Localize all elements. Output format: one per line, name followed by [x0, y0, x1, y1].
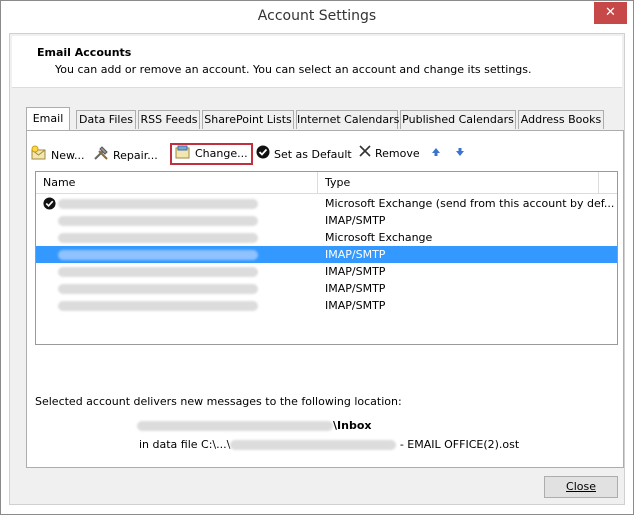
account-row[interactable]: IMAP/SMTP	[36, 297, 617, 314]
email-tab-panel: New... Repair... Change... Set as Defaul…	[26, 130, 624, 468]
redacted-account-name	[58, 233, 258, 243]
check-circle-icon	[256, 145, 270, 165]
new-button[interactable]: New...	[31, 145, 84, 163]
accounts-list[interactable]: Name Type Microsoft Exchange (send from …	[35, 171, 618, 345]
tab-internet-calendars[interactable]: Internet Calendars	[296, 110, 399, 129]
header-description: You can add or remove an account. You ca…	[55, 63, 532, 76]
window-close-button[interactable]: ✕	[594, 2, 627, 24]
close-button-label: Close	[566, 480, 596, 493]
change-account-icon	[175, 145, 191, 163]
redacted-account-name	[58, 301, 258, 311]
delivery-folder: \Inbox	[137, 419, 371, 432]
redacted-account-name	[58, 267, 258, 277]
account-type: IMAP/SMTP	[325, 282, 386, 295]
set-as-default-button[interactable]: Set as Default	[256, 145, 352, 163]
account-settings-window: Account Settings ✕ Email Accounts You ca…	[0, 0, 634, 515]
redacted-account-name	[58, 250, 258, 260]
repair-tools-icon	[93, 145, 109, 167]
tab-sharepoint-lists[interactable]: SharePoint Lists	[202, 110, 294, 129]
close-button[interactable]: Close	[544, 476, 618, 498]
move-up-button[interactable]	[431, 145, 445, 163]
window-title: Account Settings	[257, 8, 377, 24]
delivery-location-label: Selected account delivers new messages t…	[35, 395, 402, 408]
account-type: Microsoft Exchange (send from this accou…	[325, 197, 615, 210]
new-button-label: New...	[51, 149, 85, 162]
delivery-data-file: in data file C:\...\ - EMAIL OFFICE(2).o…	[139, 438, 519, 451]
header-title: Email Accounts	[37, 46, 132, 59]
redacted-account-name	[58, 284, 258, 294]
remove-button[interactable]: Remove	[359, 145, 420, 163]
repair-button-label: Repair...	[113, 149, 158, 162]
column-header-name[interactable]: Name	[36, 172, 317, 194]
column-header-type[interactable]: Type	[318, 172, 598, 194]
title-bar: Account Settings ✕	[1, 1, 633, 33]
account-row[interactable]: Microsoft Exchange	[36, 229, 617, 246]
account-row[interactable]: IMAP/SMTP	[36, 212, 617, 229]
redacted-account-name	[58, 199, 258, 209]
move-down-button[interactable]	[455, 145, 469, 163]
tab-published-calendars[interactable]: Published Calendars	[400, 110, 516, 129]
account-type: IMAP/SMTP	[325, 299, 386, 312]
arrow-up-icon	[431, 145, 441, 163]
delivery-file-suffix: - EMAIL OFFICE(2).ost	[396, 438, 520, 451]
repair-button[interactable]: Repair...	[93, 145, 158, 163]
header-panel: Email Accounts You can add or remove an …	[12, 36, 622, 88]
redacted-account-name	[137, 421, 333, 431]
change-button-label: Change...	[195, 147, 248, 160]
tab-address-books[interactable]: Address Books	[518, 110, 604, 129]
account-type: Microsoft Exchange	[325, 231, 433, 244]
dialog-client: Email Accounts You can add or remove an …	[9, 33, 625, 505]
account-type: IMAP/SMTP	[325, 248, 386, 261]
redacted-account-name	[58, 216, 258, 226]
list-header: Name Type	[36, 172, 617, 194]
change-button[interactable]: Change...	[170, 143, 253, 165]
account-row[interactable]: Microsoft Exchange (send from this accou…	[36, 195, 617, 212]
remove-button-label: Remove	[375, 147, 420, 160]
tab-email[interactable]: Email	[26, 107, 70, 130]
account-row[interactable]: IMAP/SMTP	[36, 280, 617, 297]
tab-data-files[interactable]: Data Files	[76, 110, 136, 129]
account-row-selected[interactable]: IMAP/SMTP	[36, 246, 617, 263]
account-type: IMAP/SMTP	[325, 265, 386, 278]
column-separator[interactable]	[598, 172, 599, 194]
delivery-folder-suffix: \Inbox	[333, 419, 372, 432]
account-type: IMAP/SMTP	[325, 214, 386, 227]
delivery-file-prefix: in data file C:\...\	[139, 438, 231, 451]
set-as-default-label: Set as Default	[274, 148, 352, 161]
redacted-file-name	[230, 440, 397, 450]
tab-rss-feeds[interactable]: RSS Feeds	[138, 110, 200, 129]
account-row[interactable]: IMAP/SMTP	[36, 263, 617, 280]
arrow-down-icon	[455, 145, 465, 163]
new-account-icon	[31, 145, 47, 167]
remove-x-icon	[359, 145, 371, 163]
